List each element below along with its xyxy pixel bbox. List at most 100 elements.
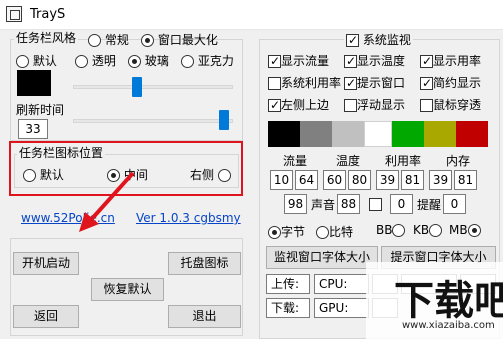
- radio-glass-label: 玻璃: [144, 54, 169, 68]
- value-box[interactable]: 80: [348, 170, 371, 190]
- refresh-input[interactable]: 33: [18, 119, 48, 139]
- restore-defaults-button[interactable]: 恢复默认: [91, 278, 164, 301]
- unit-mb-option[interactable]: MB: [449, 223, 481, 237]
- refresh-slider-track[interactable]: [73, 119, 233, 123]
- color-swatch[interactable]: [456, 121, 488, 147]
- color-swatch[interactable]: [424, 121, 456, 147]
- color-swatch[interactable]: [392, 121, 424, 147]
- radio-transparent[interactable]: 透明: [75, 52, 116, 69]
- unit-bit-radio[interactable]: [316, 226, 329, 239]
- show-usage-toggle[interactable]: 显示用率: [420, 52, 481, 69]
- tip-window-checkbox[interactable]: [344, 75, 357, 91]
- unit-bit-label: 比特: [329, 225, 354, 239]
- monitor-font-button[interactable]: 监视窗口字体大小: [266, 246, 378, 269]
- remind-label: 提醒: [417, 198, 442, 212]
- mouse-through-checkbox[interactable]: [420, 99, 433, 112]
- remind-checkbox[interactable]: [369, 198, 382, 211]
- remind-toggle[interactable]: [369, 197, 382, 211]
- radio-transparent-circle[interactable]: [75, 55, 88, 68]
- top-left-checkbox[interactable]: [268, 97, 281, 113]
- value-box[interactable]: 64: [295, 170, 318, 190]
- refresh-label: 刷新时间: [16, 103, 65, 117]
- col-memory-label: 内存: [446, 154, 471, 168]
- unit-mb-radio[interactable]: [467, 224, 481, 237]
- autostart-button[interactable]: 开机启动: [13, 252, 79, 275]
- col-traffic-label: 流量: [283, 154, 308, 168]
- radio-default-style[interactable]: 默认: [16, 52, 57, 69]
- color-swatch[interactable]: [332, 121, 364, 147]
- value-box[interactable]: 10: [270, 170, 293, 190]
- site-watermark: 下载吧 www.xiazaiba.com: [366, 262, 503, 339]
- col-temp-label: 温度: [336, 154, 361, 168]
- sound-value-box[interactable]: 98: [284, 194, 307, 214]
- alpha-slider-track[interactable]: [73, 85, 233, 89]
- radio-normal[interactable]: 常规: [88, 31, 129, 48]
- remind-value2-box[interactable]: 0: [443, 194, 466, 214]
- gpu-label: GPU:: [319, 301, 349, 315]
- unit-bb-label: BB: [376, 223, 393, 237]
- unit-kb-radio[interactable]: [429, 224, 443, 237]
- mouse-through-toggle[interactable]: 鼠标穿透: [420, 96, 481, 113]
- sound-label: 声音: [311, 198, 336, 212]
- sys-usage-checkbox[interactable]: [268, 77, 281, 90]
- color-swatch[interactable]: [268, 121, 300, 147]
- value-box[interactable]: 60: [323, 170, 346, 190]
- radio-acrylic[interactable]: 亚克力: [181, 52, 234, 69]
- value-box[interactable]: 81: [454, 170, 477, 190]
- watermark-url: www.xiazaiba.com: [402, 320, 495, 331]
- show-traffic-toggle[interactable]: 显示流量: [268, 52, 329, 69]
- sound-value2-box[interactable]: 88: [337, 194, 360, 214]
- value-box[interactable]: 81: [401, 170, 424, 190]
- unit-bb-radio[interactable]: [392, 224, 406, 237]
- show-traffic-label: 显示流量: [281, 54, 330, 68]
- sys-usage-toggle[interactable]: 系统利用率: [268, 74, 341, 91]
- radio-transparent-label: 透明: [91, 54, 116, 68]
- radio-default-style-circle[interactable]: [16, 55, 29, 68]
- system-monitor-checkbox[interactable]: [346, 32, 359, 48]
- cpu-label: CPU:: [319, 277, 348, 291]
- radio-normal-circle[interactable]: [88, 34, 101, 47]
- value-box[interactable]: 39: [429, 170, 452, 190]
- color-swatch[interactable]: [364, 121, 392, 147]
- radio-maximize-circle[interactable]: [141, 34, 154, 47]
- show-traffic-checkbox[interactable]: [268, 53, 281, 69]
- unit-bit-option[interactable]: 比特: [316, 223, 353, 240]
- radio-glass-circle[interactable]: [128, 55, 141, 68]
- radio-normal-label: 常规: [104, 33, 129, 47]
- remind-value-box[interactable]: 0: [390, 194, 413, 214]
- tip-window-label: 提示窗口: [357, 76, 406, 90]
- float-show-toggle[interactable]: 浮动显示: [344, 96, 405, 113]
- title-bar: TrayS: [0, 0, 503, 30]
- simple-show-toggle[interactable]: 简约显示: [420, 74, 481, 91]
- unit-bb-option[interactable]: BB: [376, 223, 406, 237]
- simple-show-checkbox[interactable]: [420, 75, 433, 91]
- simple-show-label: 简约显示: [433, 76, 482, 90]
- refresh-slider-thumb[interactable]: [219, 110, 229, 130]
- unit-byte-option[interactable]: 字节: [268, 223, 305, 240]
- back-button[interactable]: 返回: [13, 305, 79, 328]
- sys-usage-label: 系统利用率: [281, 76, 342, 90]
- top-left-toggle[interactable]: 左侧上边: [268, 96, 329, 113]
- unit-mb-label: MB: [449, 223, 468, 237]
- exit-button[interactable]: 退出: [168, 305, 241, 328]
- float-show-checkbox[interactable]: [344, 99, 357, 112]
- unit-kb-option[interactable]: KB: [413, 223, 443, 237]
- tray-icon-button[interactable]: 托盘图标: [168, 252, 241, 275]
- mouse-through-label: 鼠标穿透: [433, 98, 482, 112]
- color-swatch[interactable]: [300, 121, 332, 147]
- show-temp-checkbox[interactable]: [344, 53, 357, 69]
- radio-maximize[interactable]: 窗口最大化: [141, 31, 218, 48]
- version-link[interactable]: Ver 1.0.3 cgbsmy: [136, 211, 241, 225]
- unit-byte-label: 字节: [281, 225, 306, 239]
- unit-byte-radio[interactable]: [268, 226, 281, 239]
- system-monitor-toggle[interactable]: 系统监视: [344, 31, 413, 48]
- radio-acrylic-circle[interactable]: [181, 55, 194, 68]
- show-usage-checkbox[interactable]: [420, 53, 433, 69]
- taskbar-color-swatch[interactable]: [17, 70, 51, 96]
- radio-glass[interactable]: 玻璃: [128, 52, 169, 69]
- alpha-slider-thumb[interactable]: [132, 77, 142, 97]
- tip-window-toggle[interactable]: 提示窗口: [344, 74, 405, 91]
- show-temp-toggle[interactable]: 显示温度: [344, 52, 405, 69]
- cpu-box: CPU:: [314, 274, 369, 294]
- value-box[interactable]: 39: [376, 170, 399, 190]
